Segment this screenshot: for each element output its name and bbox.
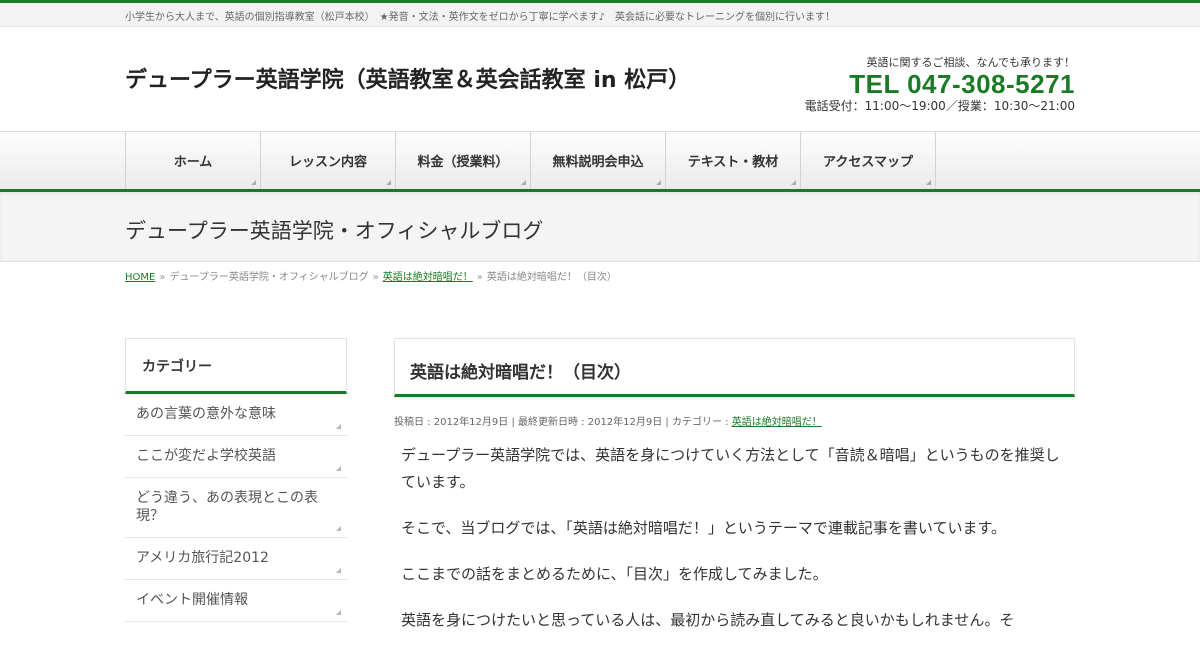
- nav-item-free-seminar[interactable]: 無料説明会申込: [531, 132, 666, 189]
- breadcrumb-separator: »: [372, 272, 379, 283]
- nav-item-label: レッスン内容: [288, 155, 367, 170]
- category-label: ここが変だよ学校英語: [136, 448, 276, 464]
- business-hours: 電話受付：11:00〜19:00／授業：10:30〜21:00: [804, 99, 1075, 113]
- category-item[interactable]: どう違う、あの表現とこの表現？: [125, 478, 347, 538]
- corner-arrow-icon: [656, 180, 661, 185]
- corner-arrow-icon: [336, 610, 341, 615]
- sidebar-heading: カテゴリー: [142, 359, 212, 375]
- nav-item-home[interactable]: ホーム: [126, 132, 261, 189]
- category-label: アメリカ旅行記2012: [136, 550, 269, 566]
- breadcrumb-category-link[interactable]: 英語は絶対暗唱だ！: [383, 272, 473, 283]
- phone-number[interactable]: TEL 047-308-5271: [805, 70, 1075, 98]
- category-item[interactable]: ここが変だよ学校英語: [125, 436, 347, 478]
- category-label: イベント開催情報: [136, 592, 248, 608]
- sidebar: カテゴリー あの言葉の意外な意味 ここが変だよ学校英語 どう違う、あの表現とこの…: [125, 338, 347, 622]
- article-meta: 投稿日 : 2012年12月9日 | 最終更新日時 : 2012年12月9日 |…: [394, 413, 1075, 428]
- category-item[interactable]: イベント開催情報: [125, 580, 347, 622]
- category-label: どう違う、あの表現とこの表現？: [136, 490, 318, 524]
- breadcrumb-home-link[interactable]: HOME: [125, 272, 155, 283]
- corner-arrow-icon: [521, 180, 526, 185]
- page-title: デュープラー英語学院・オフィシャルブログ: [125, 219, 544, 243]
- nav-item-access-map[interactable]: アクセスマップ: [801, 132, 936, 189]
- corner-arrow-icon: [386, 180, 391, 185]
- nav-item-lessons[interactable]: レッスン内容: [261, 132, 396, 189]
- article-heading-box: 英語は絶対暗唱だ！（目次）: [394, 338, 1075, 397]
- sidebar-heading-box: カテゴリー: [125, 338, 347, 394]
- page-header: デュープラー英語学院・オフィシャルブログ: [0, 192, 1200, 262]
- global-nav: ホーム レッスン内容 料金（授業料） 無料説明会申込 テキスト・教材 アクセスマ…: [0, 131, 1200, 192]
- breadcrumb-separator: »: [159, 272, 166, 283]
- article-paragraph: デュープラー英語学院では、英語を身につけていく方法として「音読＆暗唱」というもの…: [401, 446, 1060, 491]
- corner-arrow-icon: [926, 180, 931, 185]
- category-item[interactable]: あの言葉の意外な意味: [125, 394, 347, 436]
- category-item[interactable]: アメリカ旅行記2012: [125, 538, 347, 580]
- corner-arrow-icon: [336, 526, 341, 531]
- site-title[interactable]: デュープラー英語学院（英語教室＆英会話教室 in 松戸）: [125, 62, 690, 94]
- contact-box: 英語に関するご相談、なんでも承ります！ TEL 047-308-5271 電話受…: [805, 56, 1075, 114]
- nav-item-label: テキスト・教材: [687, 155, 779, 170]
- article-body: デュープラー英語学院では、英語を身につけていく方法として「音読＆暗唱」というもの…: [394, 442, 1075, 634]
- corner-arrow-icon: [251, 180, 256, 185]
- corner-arrow-icon: [336, 424, 341, 429]
- corner-arrow-icon: [336, 568, 341, 573]
- top-bar: 小学生から大人まで、英語の個別指導教室（松戸本校） ★発音・文法・英作文をゼロか…: [0, 3, 1200, 27]
- breadcrumb-current: 英語は絶対暗唱だ！（目次）: [486, 272, 617, 283]
- site-description: 小学生から大人まで、英語の個別指導教室（松戸本校） ★発音・文法・英作文をゼロか…: [125, 12, 835, 23]
- article-title: 英語は絶対暗唱だ！（目次）: [410, 363, 631, 383]
- article-meta-text: 投稿日 : 2012年12月9日 | 最終更新日時 : 2012年12月9日 |…: [394, 417, 732, 428]
- article-category-link[interactable]: 英語は絶対暗唱だ！: [732, 417, 822, 428]
- article-paragraph: そこで、当ブログでは、「英語は絶対暗唱だ！」というテーマで連載記事を書いています…: [401, 519, 1006, 537]
- category-list: あの言葉の意外な意味 ここが変だよ学校英語 どう違う、あの表現とこの表現？ アメ…: [125, 394, 347, 622]
- category-label: あの言葉の意外な意味: [136, 406, 276, 422]
- nav-item-label: アクセスマップ: [823, 155, 913, 170]
- article: 英語は絶対暗唱だ！（目次） 投稿日 : 2012年12月9日 | 最終更新日時 …: [394, 338, 1075, 653]
- nav-item-pricing[interactable]: 料金（授業料）: [396, 132, 531, 189]
- contact-note: 英語に関するご相談、なんでも承ります！: [866, 56, 1075, 69]
- corner-arrow-icon: [791, 180, 796, 185]
- breadcrumb: HOME» デュープラー英語学院・オフィシャルブログ» 英語は絶対暗唱だ！» 英語は絶…: [125, 268, 617, 283]
- article-paragraph: ここまでの話をまとめるために、「目次」を作成してみました。: [401, 565, 828, 583]
- nav-item-label: ホーム: [173, 155, 213, 170]
- breadcrumb-separator: »: [476, 272, 483, 283]
- nav-item-label: 無料説明会申込: [552, 155, 644, 170]
- nav-item-label: 料金（授業料）: [417, 155, 509, 170]
- corner-arrow-icon: [336, 466, 341, 471]
- breadcrumb-blog: デュープラー英語学院・オフィシャルブログ: [169, 272, 369, 283]
- nav-item-textbooks[interactable]: テキスト・教材: [666, 132, 801, 189]
